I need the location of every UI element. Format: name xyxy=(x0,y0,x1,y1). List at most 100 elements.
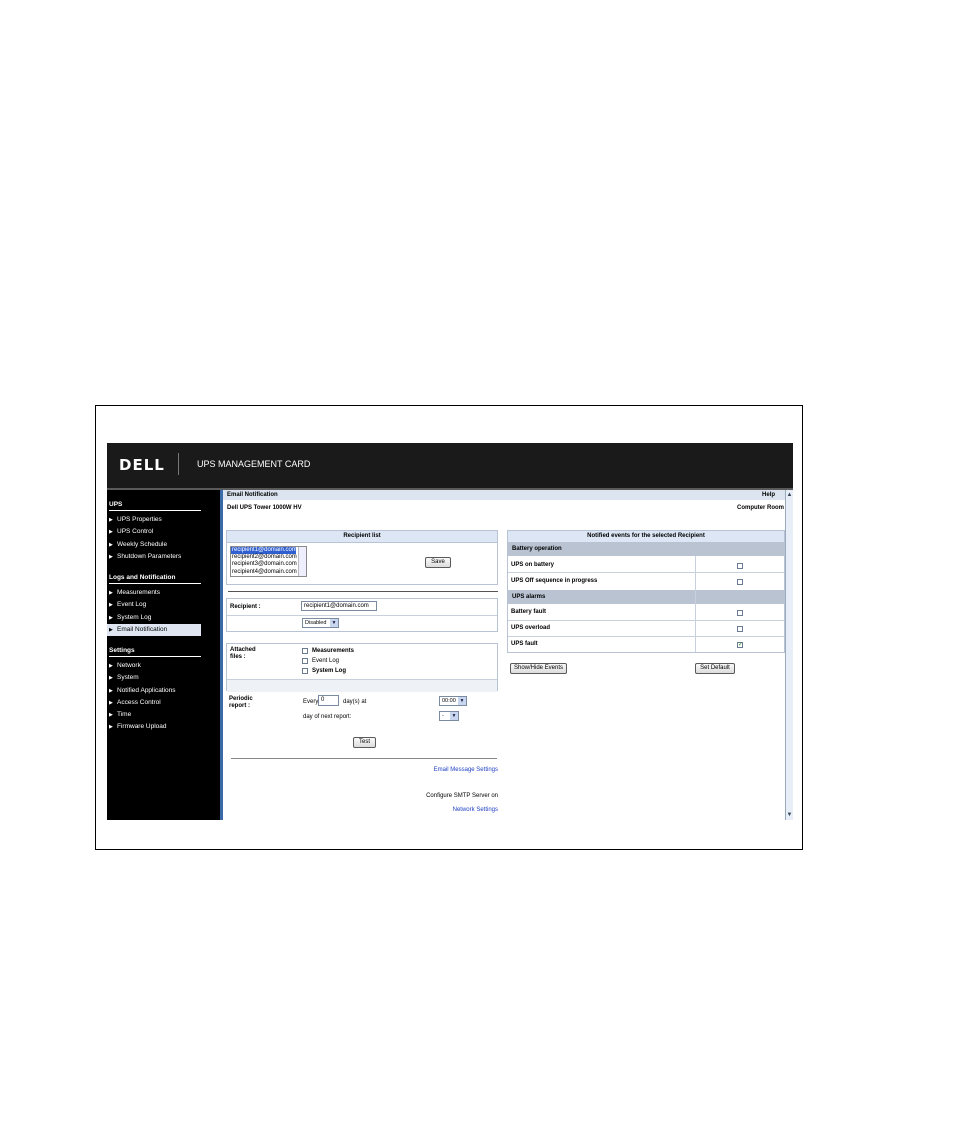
status-select-value: Disabled xyxy=(305,620,327,626)
sidebar-item-access-control[interactable]: ▶ Access Control xyxy=(107,697,201,709)
main-content: Email Notification Help Dell UPS Tower 1… xyxy=(220,490,788,820)
sidebar-section-ups: UPS ▶ UPS Properties ▶ UPS Control ▶ Weekly… xyxy=(107,501,201,563)
sidebar-item-email-notification[interactable]: ▶ Email Notification xyxy=(107,623,201,637)
event-ups-fault-label: UPS fault xyxy=(511,641,538,647)
network-settings-link[interactable]: Network Settings xyxy=(453,807,498,813)
next-day-select[interactable]: - ▼ xyxy=(439,711,459,721)
sidebar-heading: Settings xyxy=(109,647,201,657)
arrow-right-icon: ▶ xyxy=(109,614,113,621)
event-ups-on-battery-label: UPS on battery xyxy=(511,562,555,568)
sidebar-item-ups-control[interactable]: ▶ UPS Control xyxy=(107,526,201,538)
row-divider xyxy=(508,620,784,621)
sidebar-heading: UPS xyxy=(109,501,201,511)
device-location: Computer Room xyxy=(737,505,784,511)
attached-footer-row xyxy=(227,679,497,692)
every-days-input[interactable]: 0 xyxy=(318,695,339,706)
set-default-button[interactable]: Set Default xyxy=(695,663,735,674)
sidebar-item-firmware-upload[interactable]: ▶ Firmware Upload xyxy=(107,721,201,733)
test-button[interactable]: Test xyxy=(353,737,376,748)
status-select[interactable]: Disabled ▼ xyxy=(302,618,339,628)
recipient-listbox[interactable]: recipient1@domain.com recipient2@domain.… xyxy=(230,546,307,577)
sidebar-item-weekly-schedule[interactable]: ▶ Weekly Schedule xyxy=(107,539,201,551)
sidebar-item-ups-properties[interactable]: ▶ UPS Properties xyxy=(107,514,201,526)
periodic-label-line2: report : xyxy=(229,703,250,709)
recipient-list-panel: Recipient list recipient1@domain.com rec… xyxy=(226,530,498,585)
sidebar-item-measurements[interactable]: ▶ Measurements xyxy=(107,587,201,599)
attached-files-panel: Attached files : Measurements Event Log … xyxy=(226,643,498,692)
sidebar-section-settings: Settings ▶ Network ▶ System ▶ Notified Appl… xyxy=(107,647,201,734)
measurements-checkbox[interactable] xyxy=(302,648,308,654)
help-link[interactable]: Help xyxy=(762,490,775,500)
arrow-right-icon: ▶ xyxy=(109,724,113,731)
arrow-right-icon: ▶ xyxy=(109,712,113,719)
column-divider xyxy=(695,556,696,652)
event-ups-overload-label: UPS overload xyxy=(511,625,551,631)
event-group-ups-alarms: UPS alarms xyxy=(508,590,784,604)
event-battery-fault-label: Battery fault xyxy=(511,609,547,615)
smtp-config-text: Configure SMTP Server on xyxy=(426,793,498,799)
attached-label-line2: files : xyxy=(230,654,246,660)
show-hide-events-button[interactable]: Show/Hide Events xyxy=(510,663,567,674)
arrow-right-icon: ▶ xyxy=(109,699,113,706)
sidebar-item-notified-applications[interactable]: ▶ Notified Applications xyxy=(107,685,201,697)
measurements-label: Measurements xyxy=(312,648,355,654)
recipient-email-input[interactable]: recipient1@domain.com xyxy=(301,601,377,611)
event-log-checkbox[interactable] xyxy=(302,658,308,664)
device-name: Dell UPS Tower 1000W HV xyxy=(227,505,302,511)
row-divider xyxy=(508,572,784,573)
app-title: UPS MANAGEMENT CARD xyxy=(197,459,311,469)
sidebar-item-system[interactable]: ▶ System xyxy=(107,672,201,684)
listbox-scrollbar[interactable] xyxy=(298,547,306,576)
next-day-label: day of next report: xyxy=(303,714,352,720)
arrow-right-icon: ▶ xyxy=(109,602,113,609)
email-message-settings-link[interactable]: Email Message Settings xyxy=(434,767,498,773)
event-ups-on-battery-checkbox[interactable] xyxy=(737,563,743,569)
sidebar-item-system-log[interactable]: ▶ System Log xyxy=(107,612,201,624)
event-ups-off-sequence-label: UPS Off sequence in progress xyxy=(511,578,598,584)
arrow-right-icon: ▶ xyxy=(109,626,113,633)
page-title-bar: Email Notification Help xyxy=(223,490,788,500)
dell-logo: DELL xyxy=(119,456,165,474)
recipient-list-heading: Recipient list xyxy=(227,531,497,543)
divider xyxy=(231,758,497,759)
recipient-label: Recipient : xyxy=(230,604,261,610)
list-item[interactable]: recipient1@domain.com xyxy=(231,547,297,555)
system-log-checkbox[interactable] xyxy=(302,668,308,674)
sidebar-item-time[interactable]: ▶ Time xyxy=(107,709,201,721)
arrow-right-icon: ▶ xyxy=(109,541,113,548)
row-divider xyxy=(508,636,784,637)
sidebar: UPS ▶ UPS Properties ▶ UPS Control ▶ Weekly… xyxy=(107,490,218,820)
list-item[interactable]: recipient2@domain.com xyxy=(231,554,306,561)
page-title: Email Notification xyxy=(227,492,278,498)
chevron-down-icon: ▼ xyxy=(330,619,338,627)
event-ups-overload-checkbox[interactable] xyxy=(737,626,743,632)
event-ups-off-sequence-checkbox[interactable] xyxy=(737,579,743,585)
sidebar-section-logs: Logs and Notification ▶ Measurements ▶ Eve… xyxy=(107,574,201,637)
sidebar-item-shutdown-parameters[interactable]: ▶ Shutdown Parameters xyxy=(107,551,201,563)
arrow-right-icon: ▶ xyxy=(109,517,113,523)
report-time-select[interactable]: 00:00 ▼ xyxy=(439,696,467,706)
sidebar-item-network[interactable]: ▶ Network xyxy=(107,660,201,672)
logo-divider xyxy=(178,453,179,475)
system-log-label: System Log xyxy=(312,668,347,674)
arrow-right-icon: ▶ xyxy=(109,529,113,536)
list-item[interactable]: recipient3@domain.com xyxy=(231,561,306,568)
chevron-up-icon[interactable]: ▲ xyxy=(786,491,793,499)
notified-events-panel: Notified events for the selected Recipie… xyxy=(507,530,785,653)
chevron-down-icon: ▼ xyxy=(450,712,458,720)
chevron-down-icon: ▼ xyxy=(458,697,466,705)
periodic-label-line1: Periodic xyxy=(229,696,253,702)
chevron-down-icon[interactable]: ▼ xyxy=(786,811,793,819)
row-divider xyxy=(227,615,497,616)
sidebar-item-event-log[interactable]: ▶ Event Log xyxy=(107,599,201,611)
event-battery-fault-checkbox[interactable] xyxy=(737,610,743,616)
arrow-right-icon: ▶ xyxy=(109,687,113,694)
list-item[interactable]: recipient4@domain.com xyxy=(231,569,306,576)
arrow-right-icon: ▶ xyxy=(109,553,113,560)
attached-label-line1: Attached xyxy=(230,647,256,653)
arrow-right-icon: ▶ xyxy=(109,663,113,669)
content-scrollbar[interactable]: ▲ ▼ xyxy=(785,490,793,820)
save-button[interactable]: Save xyxy=(425,557,451,568)
checkmark-icon: ✓ xyxy=(738,642,744,648)
event-ups-fault-checkbox[interactable]: ✓ xyxy=(737,642,743,648)
